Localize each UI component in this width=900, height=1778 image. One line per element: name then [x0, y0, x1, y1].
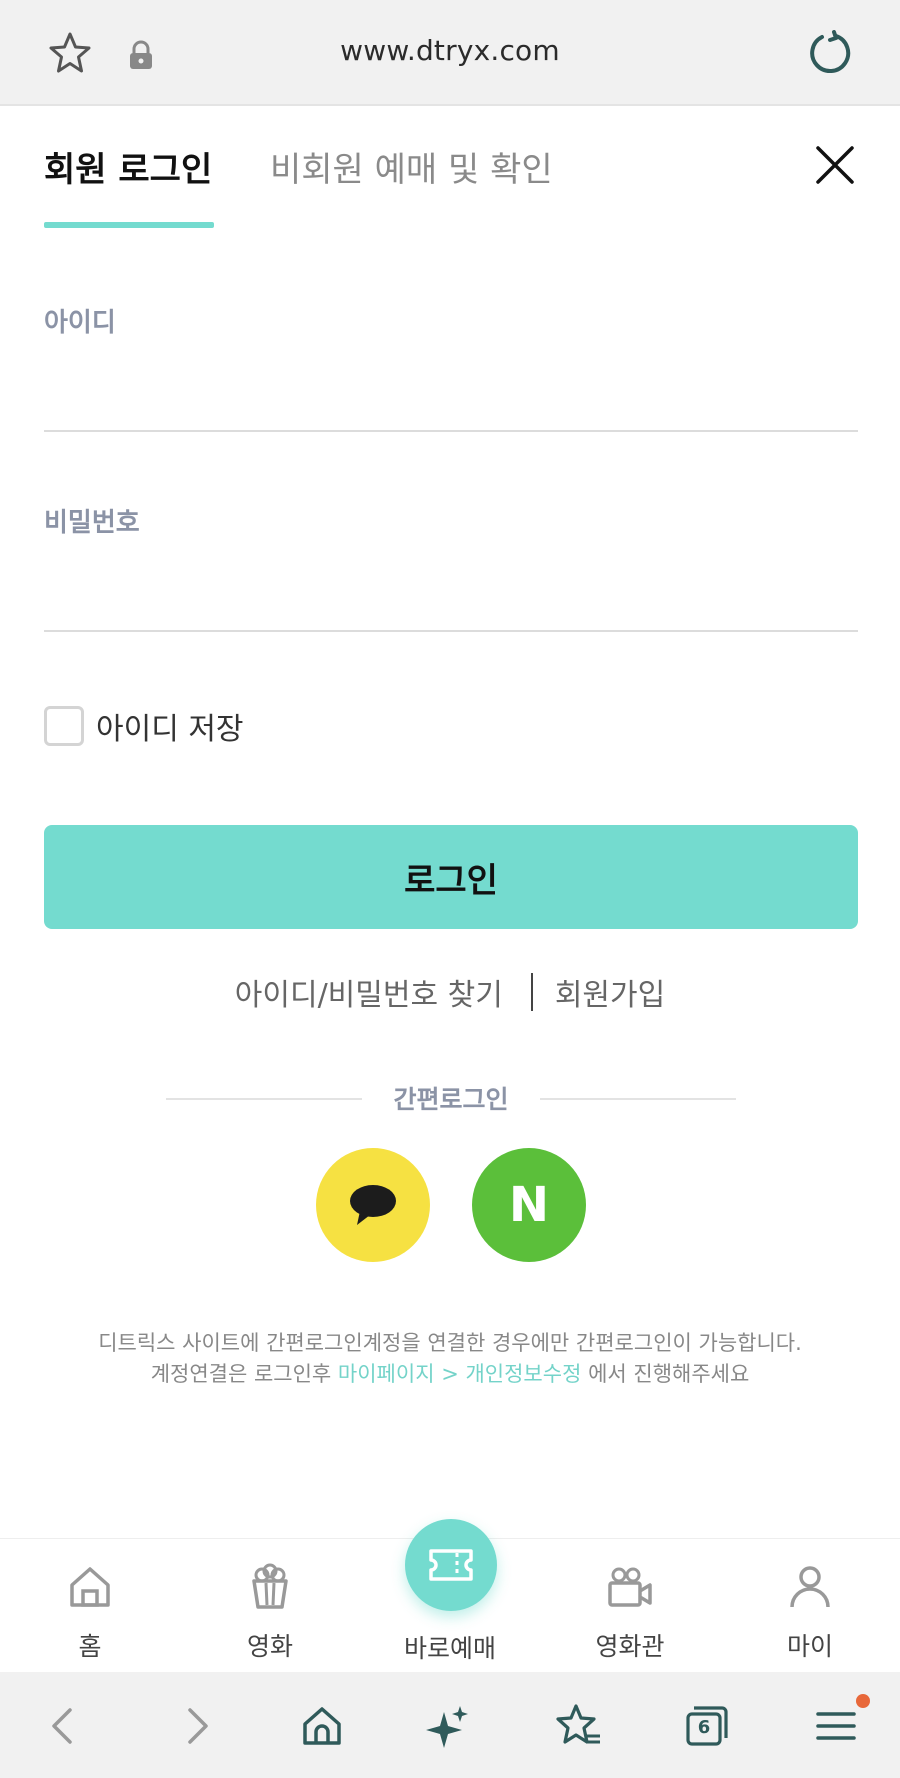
account-links: 아이디/비밀번호 찾기 회원가입 [0, 970, 900, 1014]
menu-icon[interactable] [812, 1702, 860, 1750]
nav-item-quick-booking[interactable]: 바로예매 [360, 1519, 540, 1673]
notice-line-1: 디트릭스 사이트에 간편로그인계정을 연결한 경우에만 간편로그인이 가능합니다… [98, 1331, 802, 1355]
id-input[interactable] [44, 376, 858, 432]
sparkle-ai-icon[interactable] [424, 1702, 472, 1750]
browser-top-bar: www.dtryx.com [0, 0, 900, 106]
nav-item-movie[interactable]: 영화 [180, 1539, 360, 1673]
browser-home-icon[interactable] [298, 1702, 346, 1750]
easy-login-notice: 디트릭스 사이트에 간편로그인계정을 연결한 경우에만 간편로그인이 가능합니다… [0, 1328, 900, 1390]
kakao-speech-bubble-icon [350, 1185, 396, 1225]
id-label: 아이디 [44, 308, 116, 338]
favorites-icon[interactable] [554, 1702, 602, 1750]
find-id-password-link[interactable]: 아이디/비밀번호 찾기 [235, 970, 503, 1014]
naver-n-icon: N [508, 1177, 550, 1233]
notice-text: 계정연결은 로그인후 [150, 1362, 338, 1386]
naver-login-button[interactable]: N [472, 1148, 586, 1262]
forward-icon[interactable] [172, 1702, 220, 1750]
save-id-row[interactable]: 아이디 저장 [44, 704, 244, 748]
person-icon [790, 1566, 830, 1608]
tab-member-login[interactable]: 회원 로그인 [44, 142, 212, 191]
nav-item-home[interactable]: 홈 [0, 1539, 180, 1673]
nav-item-my[interactable]: 마이 [720, 1539, 900, 1673]
close-icon[interactable] [814, 144, 856, 186]
notice-line-2: 계정연결은 로그인후 마이페이지 > 개인정보수정 에서 진행해주세요 [0, 1359, 900, 1390]
mypage-profile-link[interactable]: 마이페이지 > 개인정보수정 [338, 1362, 581, 1386]
reload-icon[interactable] [808, 30, 852, 76]
popcorn-icon [252, 1563, 288, 1609]
login-button[interactable]: 로그인 [44, 825, 858, 929]
link-divider [530, 973, 533, 1011]
save-id-label[interactable]: 아이디 저장 [96, 704, 244, 748]
notification-dot [856, 1694, 870, 1708]
video-camera-icon [608, 1567, 652, 1607]
password-label: 비밀번호 [44, 508, 140, 538]
tab-guest-booking[interactable]: 비회원 예매 및 확인 [270, 142, 553, 191]
save-id-checkbox[interactable] [44, 706, 84, 746]
back-icon[interactable] [40, 1702, 88, 1750]
nav-label: 마이 [786, 1632, 833, 1661]
home-icon [70, 1567, 110, 1607]
nav-label: 영화관 [595, 1632, 665, 1661]
ticket-icon [429, 1549, 473, 1581]
browser-bottom-bar: 6 [0, 1672, 900, 1778]
nav-label: 영화 [246, 1632, 293, 1661]
kakao-login-button[interactable] [316, 1148, 430, 1262]
nav-label: 바로예매 [403, 1634, 496, 1663]
password-input[interactable] [44, 576, 858, 632]
divider-line [540, 1098, 736, 1100]
bottom-navigation: 홈 영화 바로예매 영화관 마이 [0, 1519, 900, 1673]
nav-item-theater[interactable]: 영화관 [540, 1539, 720, 1673]
active-tab-indicator [44, 222, 214, 228]
signup-link[interactable]: 회원가입 [555, 970, 665, 1014]
address-bar-url[interactable]: www.dtryx.com [0, 34, 900, 67]
tabs-button[interactable]: 6 [682, 1702, 730, 1750]
easy-login-header: 간편로그인 [166, 1080, 736, 1116]
nav-label: 홈 [78, 1632, 102, 1661]
tabs-count: 6 [697, 1717, 711, 1738]
quick-booking-button[interactable] [405, 1519, 497, 1611]
notice-text: 에서 진행해주세요 [581, 1362, 750, 1386]
